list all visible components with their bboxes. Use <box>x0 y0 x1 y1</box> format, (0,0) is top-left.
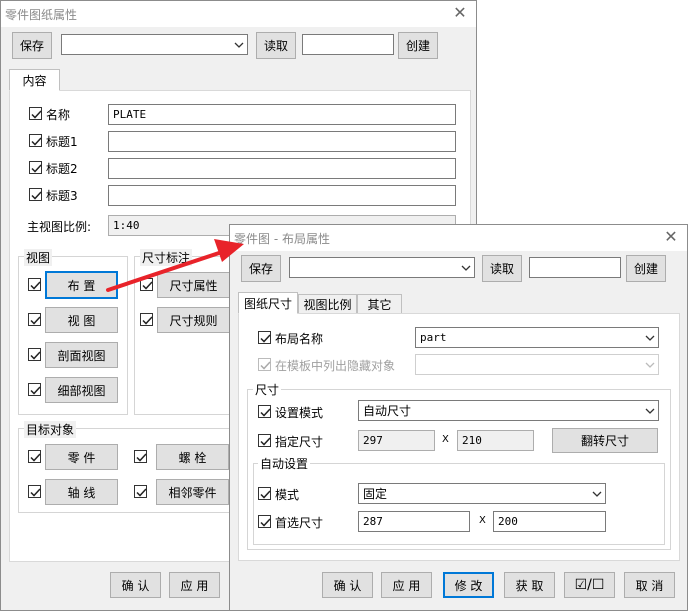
read-button[interactable]: 读取 <box>482 255 522 282</box>
title1-label: 标题1 <box>46 135 78 149</box>
detail-view-checkbox[interactable] <box>28 383 41 396</box>
layout-button[interactable]: 布 置 <box>45 271 118 299</box>
read-button[interactable]: 读取 <box>256 32 296 59</box>
create-button[interactable]: 创建 <box>398 32 438 59</box>
preferred-width-input[interactable]: 287 <box>358 511 470 532</box>
auto-mode-combo[interactable]: 固定 <box>358 483 606 504</box>
views-group-title: 视图 <box>24 249 53 266</box>
apply-button[interactable]: 应 用 <box>169 572 220 598</box>
dimension-group-title: 尺寸标注 <box>140 249 193 266</box>
given-width-input[interactable]: 297 <box>358 430 435 451</box>
title3-input[interactable] <box>108 185 456 206</box>
toggle-all-button[interactable]: ☑/☐ <box>564 572 615 598</box>
chevron-down-icon <box>461 265 471 271</box>
auto-settings-group <box>253 463 665 545</box>
create-button[interactable]: 创建 <box>626 255 666 282</box>
auto-mode-checkbox[interactable] <box>258 487 271 500</box>
title3-label: 标题3 <box>46 189 78 203</box>
section-view-checkbox[interactable] <box>28 348 41 361</box>
bolt-button[interactable]: 螺 栓 <box>156 444 229 470</box>
preferred-height-input[interactable]: 200 <box>493 511 606 532</box>
title2-label: 标题2 <box>46 162 78 176</box>
preset-combo[interactable] <box>289 257 475 278</box>
title2-checkbox[interactable] <box>29 161 42 174</box>
name-checkbox[interactable] <box>29 107 42 120</box>
given-size-label: 指定尺寸 <box>275 435 324 449</box>
dialog-title: 零件图 - 布局属性 <box>234 232 330 246</box>
preset-name-input[interactable] <box>529 257 621 278</box>
part-checkbox[interactable] <box>28 450 41 463</box>
close-icon[interactable]: ✕ <box>661 227 681 247</box>
adjacent-part-button[interactable]: 相邻零件 <box>156 479 229 505</box>
chevron-down-icon <box>645 408 655 414</box>
main-scale-label: 主视图比例: <box>27 220 92 234</box>
title1-input[interactable] <box>108 131 456 152</box>
target-objects-group-title: 目标对象 <box>24 421 77 438</box>
layout-name-label: 布局名称 <box>275 332 324 346</box>
dim-rules-checkbox[interactable] <box>140 313 153 326</box>
view-checkbox[interactable] <box>28 313 41 326</box>
layout-properties-dialog: 零件图 - 布局属性 ✕ 保存 读取 创建 图纸尺寸 视图比例 其它 布局名称 … <box>229 224 688 611</box>
preferred-size-checkbox[interactable] <box>258 515 271 528</box>
tab-other[interactable]: 其它 <box>357 294 402 314</box>
show-hidden-checkbox[interactable] <box>258 358 271 371</box>
detail-view-button[interactable]: 细部视图 <box>45 377 118 403</box>
auto-settings-title: 自动设置 <box>258 455 311 472</box>
show-hidden-label: 在模板中列出隐藏对象 <box>275 359 396 373</box>
flip-size-button[interactable]: 翻转尺寸 <box>552 428 658 453</box>
mode-combo[interactable]: 自动尺寸 <box>358 400 659 421</box>
ok-button[interactable]: 确 认 <box>322 572 373 598</box>
cancel-button[interactable]: 取 消 <box>624 572 675 598</box>
bolt-checkbox[interactable] <box>134 450 147 463</box>
chevron-down-icon <box>645 335 655 341</box>
show-hidden-combo[interactable] <box>415 354 659 375</box>
axis-button[interactable]: 轴 线 <box>45 479 118 505</box>
tab-content[interactable]: 内容 <box>9 69 60 91</box>
title1-checkbox[interactable] <box>29 134 42 147</box>
name-label: 名称 <box>46 108 71 122</box>
given-height-input[interactable]: 210 <box>457 430 534 451</box>
mode-label: 设置模式 <box>275 406 324 420</box>
titlebar[interactable]: 零件图纸属性 ✕ <box>1 1 476 27</box>
size-group-title: 尺寸 <box>253 381 282 398</box>
chevron-down-icon <box>645 362 655 368</box>
save-button[interactable]: 保存 <box>241 255 281 282</box>
mode-checkbox[interactable] <box>258 405 271 418</box>
adjacent-part-checkbox[interactable] <box>134 485 147 498</box>
preferred-size-label: 首选尺寸 <box>275 516 324 530</box>
chevron-down-icon <box>234 42 244 48</box>
dim-properties-checkbox[interactable] <box>140 278 153 291</box>
given-size-checkbox[interactable] <box>258 434 271 447</box>
title2-input[interactable] <box>108 158 456 179</box>
preset-combo[interactable] <box>61 34 248 55</box>
dialog-title: 零件图纸属性 <box>5 8 78 22</box>
part-button[interactable]: 零 件 <box>45 444 118 470</box>
axis-checkbox[interactable] <box>28 485 41 498</box>
layout-name-combo[interactable]: part <box>415 327 659 348</box>
layout-name-checkbox[interactable] <box>258 331 271 344</box>
name-input[interactable]: PLATE <box>108 104 456 125</box>
section-view-button[interactable]: 剖面视图 <box>45 342 118 368</box>
chevron-down-icon <box>592 491 602 497</box>
dim-rules-button[interactable]: 尺寸规则 <box>157 307 230 333</box>
preset-name-input[interactable] <box>302 34 394 55</box>
dim-properties-button[interactable]: 尺寸属性 <box>157 272 230 298</box>
get-button[interactable]: 获 取 <box>504 572 555 598</box>
save-button[interactable]: 保存 <box>12 32 52 59</box>
close-icon[interactable]: ✕ <box>450 3 470 23</box>
title3-checkbox[interactable] <box>29 188 42 201</box>
view-button[interactable]: 视 图 <box>45 307 118 333</box>
layout-checkbox[interactable] <box>28 278 41 291</box>
given-x-label: X <box>442 434 449 445</box>
modify-button[interactable]: 修 改 <box>443 572 494 598</box>
apply-button[interactable]: 应 用 <box>381 572 432 598</box>
titlebar[interactable]: 零件图 - 布局属性 ✕ <box>230 225 687 251</box>
auto-mode-label: 模式 <box>275 488 300 502</box>
tab-view-scale[interactable]: 视图比例 <box>298 294 357 314</box>
tab-paper-size[interactable]: 图纸尺寸 <box>238 292 298 314</box>
ok-button[interactable]: 确 认 <box>110 572 161 598</box>
preferred-x-label: X <box>479 515 486 526</box>
